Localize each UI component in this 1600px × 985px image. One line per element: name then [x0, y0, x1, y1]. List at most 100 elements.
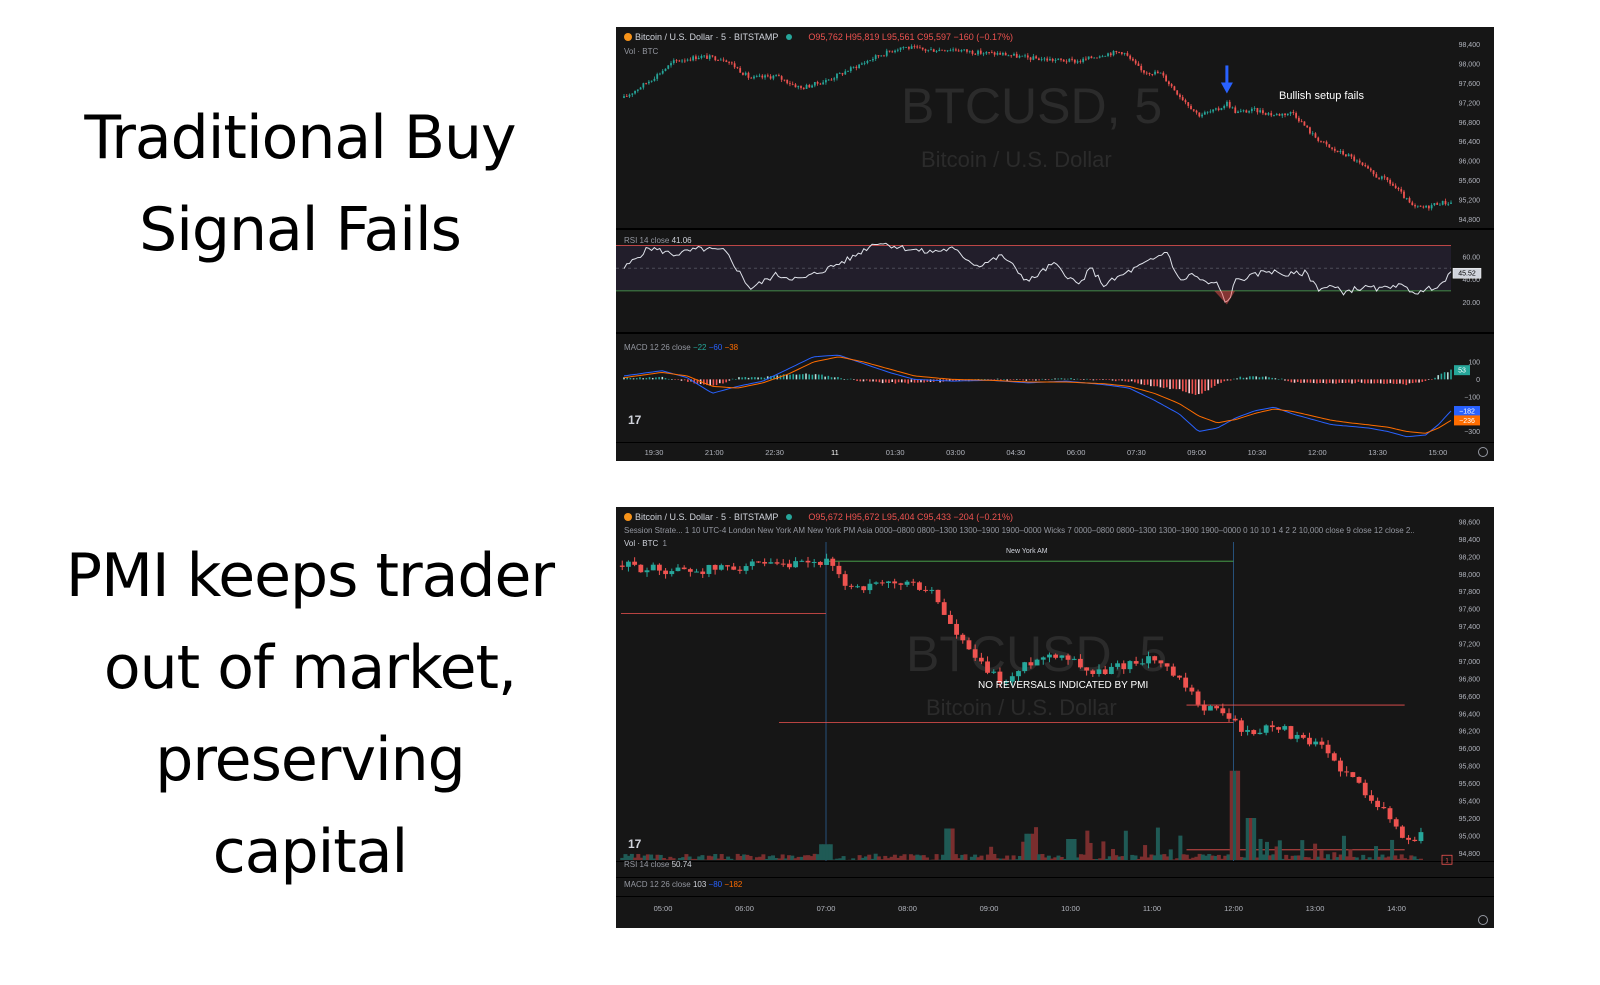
macd-histogram-bar: [1207, 379, 1210, 391]
candle-body: [762, 561, 768, 564]
candle-body: [1331, 147, 1333, 149]
macd-histogram-bar: [687, 379, 689, 382]
candle-body: [1317, 137, 1320, 141]
macd-histogram-bar: [840, 378, 842, 380]
volume-bar: [934, 854, 939, 860]
candle-body: [930, 49, 932, 51]
macd-histogram-bar: [859, 379, 862, 382]
candle-body: [686, 59, 689, 61]
price-tick-label: 96,400: [1459, 139, 1481, 146]
macd-histogram-bar: [1044, 379, 1047, 381]
macd-histogram-bar: [891, 379, 894, 383]
candle-body: [1102, 669, 1108, 675]
rsi-tick-label: 60.00: [1462, 254, 1480, 261]
settings-icon[interactable]: [1478, 447, 1488, 457]
chart-panel-traditional[interactable]: BTCUSD, 5 Bitcoin / U.S. Dollar 98,400 98…: [616, 27, 1494, 461]
price-tick-label: 94,800: [1459, 217, 1481, 224]
macd-histogram-bar: [1092, 379, 1095, 381]
candle-body: [978, 657, 984, 662]
candle-body: [656, 564, 662, 571]
time-tick-label: 11:00: [1143, 904, 1161, 913]
macd-histogram-bar: [1395, 379, 1398, 384]
price-tick-label: 98,200: [1459, 554, 1481, 561]
candle-body: [883, 55, 885, 57]
settings-icon[interactable]: [1478, 915, 1488, 925]
candle-body: [695, 56, 697, 60]
candle-body: [963, 49, 966, 51]
candle-body: [1250, 108, 1253, 112]
candle-body: [974, 53, 977, 55]
candle-body: [638, 564, 644, 573]
macd-histogram-bar: [1150, 379, 1152, 387]
candle-body: [1164, 663, 1170, 667]
candle-body: [1068, 58, 1071, 62]
macd-histogram-bar: [1204, 379, 1206, 391]
annotation-bullish-fails: Bullish setup fails: [1279, 90, 1364, 102]
candle-body: [1416, 205, 1419, 207]
macd-histogram-bar: [910, 379, 913, 383]
candle-body: [913, 46, 916, 48]
candle-body: [816, 81, 819, 84]
candle-body: [1140, 65, 1143, 71]
caption-line: PMI keeps trader: [65, 541, 555, 611]
candle-body: [1129, 55, 1132, 59]
chart-svg-2[interactable]: 98,600 98,400 98,200 98,000 97,800 97,600 97,4…: [616, 507, 1494, 928]
macd-histogram-bar: [1360, 379, 1363, 383]
time-tick-label: 12:00: [1224, 904, 1243, 913]
candle-body: [1309, 127, 1311, 134]
volume-bar: [748, 855, 753, 860]
candle-body: [907, 47, 910, 49]
candle-body: [1263, 725, 1269, 733]
candle-body: [1053, 654, 1059, 658]
candle-body: [718, 565, 724, 570]
candle-body: [1300, 121, 1303, 123]
macd-line-tag-label: −182: [1459, 409, 1475, 416]
candle-body: [1184, 100, 1187, 103]
macd-histogram-bar: [865, 379, 868, 381]
macd-histogram-bar: [671, 379, 673, 380]
volume-label-text: Vol · BTC: [624, 539, 659, 548]
candle-body: [1331, 753, 1337, 761]
macd-histogram-bar: [738, 377, 740, 380]
candle-body: [1093, 57, 1096, 59]
pane-separator: [616, 877, 1494, 878]
candle-body: [1284, 113, 1286, 116]
candle-body: [1361, 162, 1364, 166]
macd-histogram-bar: [1022, 379, 1024, 381]
macd-histogram-bar: [1082, 379, 1085, 380]
macd-histogram-bar: [1306, 379, 1309, 383]
macd-histogram-bar: [674, 379, 676, 380]
macd-histogram-bar: [993, 379, 996, 380]
macd-histogram-bar: [1220, 379, 1222, 383]
macd-histogram-bar: [996, 378, 999, 380]
rsi-header: RSI 14 close 50.74: [624, 860, 692, 869]
candle-body: [1137, 63, 1140, 66]
candle-body: [971, 50, 974, 54]
candle-body: [1375, 800, 1381, 808]
candle-body: [836, 73, 838, 79]
candle-body: [1021, 55, 1024, 57]
candle-body: [830, 558, 836, 566]
candle-body: [1314, 133, 1317, 138]
candle-body: [880, 55, 883, 57]
candle-body: [805, 84, 808, 89]
bitcoin-icon: [624, 513, 632, 521]
candle-body: [1183, 677, 1189, 688]
candle-body: [661, 70, 664, 74]
candle-body: [645, 83, 648, 84]
candle-body: [808, 84, 811, 88]
candle-body: [1238, 720, 1244, 732]
volume-bar: [1088, 842, 1093, 860]
candle-body: [750, 77, 753, 79]
candle-body: [1356, 777, 1362, 783]
chart-panel-pmi[interactable]: BTCUSD, 5 Bitcoin / U.S. Dollar 98,600 98…: [616, 507, 1494, 928]
candle-body: [625, 96, 628, 97]
candle-body: [1253, 108, 1256, 109]
price-tick-label: 94,800: [1459, 851, 1481, 858]
macd-histogram-bar: [1316, 379, 1318, 384]
candle-body: [1148, 72, 1151, 75]
candle-body: [1295, 113, 1298, 118]
candle-body: [1220, 108, 1223, 111]
macd-histogram-bar: [1124, 379, 1127, 382]
macd-histogram-bar: [1054, 378, 1056, 380]
